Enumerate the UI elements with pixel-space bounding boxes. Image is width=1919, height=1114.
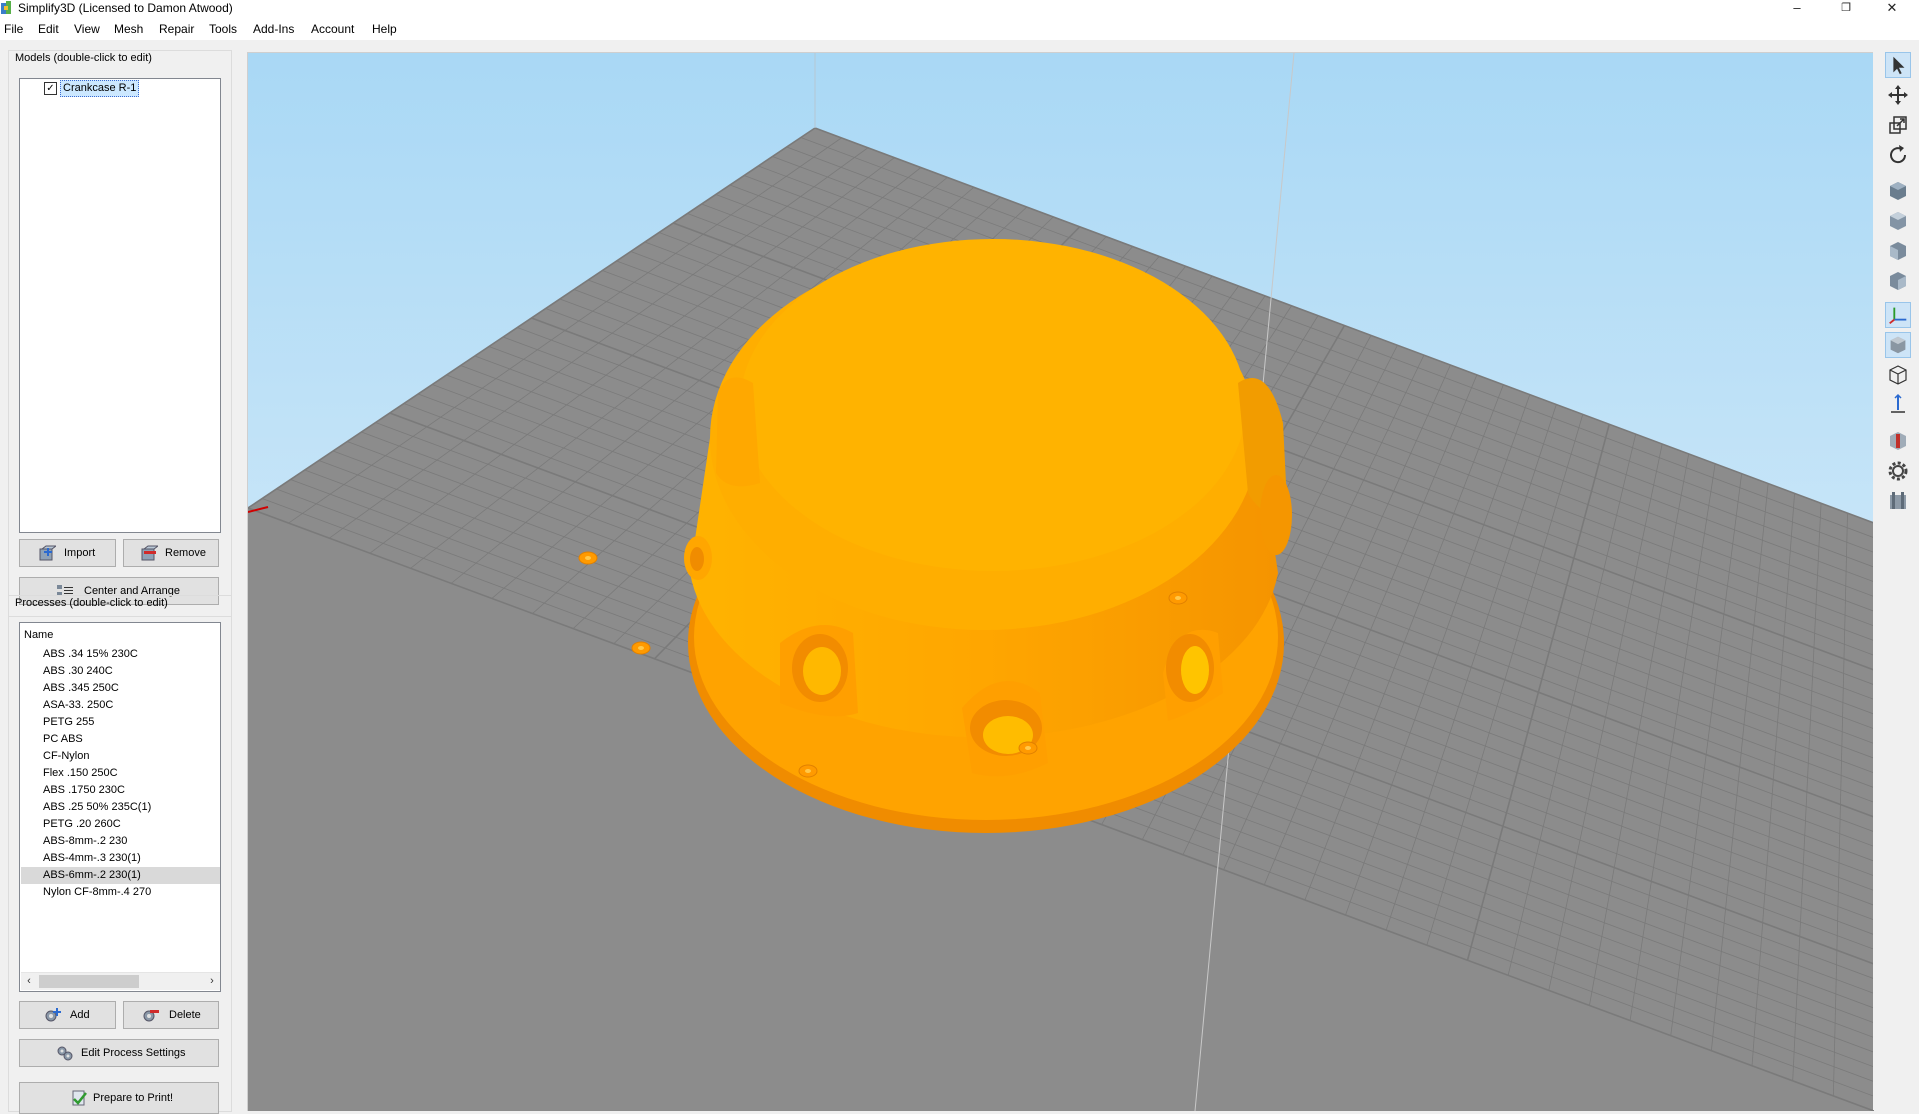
port-far-right: [1260, 475, 1292, 555]
app-logo-icon: [1, 1, 11, 14]
model-dome: [740, 239, 1246, 571]
remove-button[interactable]: Remove: [123, 539, 219, 567]
process-item[interactable]: ABS-8mm-.2 230: [21, 833, 220, 850]
window-title: Simplify3D (Licensed to Damon Atwood): [18, 1, 233, 15]
model-visible-checkbox[interactable]: ✓: [44, 82, 57, 95]
process-item[interactable]: ABS-4mm-.3 230(1): [21, 850, 220, 867]
process-item[interactable]: Nylon CF-8mm-.4 270: [21, 884, 220, 901]
process-item[interactable]: PC ABS: [21, 731, 220, 748]
machine-control-icon[interactable]: [1885, 488, 1911, 514]
right-toolbar: [1873, 40, 1919, 1110]
left-panel: Models (double-click to edit) ✓ Crankcas…: [0, 40, 245, 1114]
process-item[interactable]: ABS .34 15% 230C: [21, 646, 220, 663]
remove-label: Remove: [165, 547, 206, 559]
process-item[interactable]: ABS-6mm-.2 230(1): [21, 867, 220, 884]
prepare-print-label: Prepare to Print!: [93, 1092, 174, 1104]
scroll-thumb[interactable]: [39, 975, 139, 988]
wireframe-mode-icon[interactable]: [1885, 362, 1911, 388]
cross-section-icon[interactable]: [1885, 428, 1911, 454]
process-item[interactable]: CF-Nylon: [21, 748, 220, 765]
viewport-canvas[interactable]: [248, 53, 1874, 1111]
processes-label: Processes (double-click to edit): [15, 597, 168, 609]
menu-view[interactable]: View: [74, 22, 100, 36]
process-item[interactable]: ABS .25 50% 235C(1): [21, 799, 220, 816]
add-process-icon: [45, 1008, 61, 1022]
import-icon: [39, 545, 56, 561]
prepare-to-print-button[interactable]: Prepare to Print!: [19, 1082, 219, 1114]
settings-gear-icon[interactable]: [1885, 458, 1911, 484]
port-left: [780, 625, 858, 717]
add-label: Add: [70, 1009, 90, 1021]
menu-repair[interactable]: Repair: [159, 22, 194, 36]
view-side-icon[interactable]: [1885, 268, 1911, 294]
model-name[interactable]: Crankcase R-1: [60, 80, 140, 97]
model-item[interactable]: ✓ Crankcase R-1: [44, 80, 202, 97]
process-item[interactable]: ABS .1750 230C: [21, 782, 220, 799]
menu-file[interactable]: File: [4, 22, 23, 36]
title-bar: Simplify3D (Licensed to Damon Atwood) – …: [0, 0, 1919, 18]
models-list[interactable]: ✓ Crankcase R-1: [19, 78, 221, 533]
build-volume-icon[interactable]: [1885, 392, 1911, 418]
edit-settings-icon: [57, 1046, 73, 1061]
3d-viewport[interactable]: [247, 52, 1874, 1111]
rotate-icon[interactable]: [1885, 142, 1911, 168]
minimize-button[interactable]: –: [1774, 0, 1820, 18]
menu-tools[interactable]: Tools: [209, 22, 237, 36]
solid-mode-icon[interactable]: [1885, 332, 1911, 358]
menu-mesh[interactable]: Mesh: [114, 22, 143, 36]
delete-process-button[interactable]: Delete: [123, 1001, 219, 1029]
move-icon[interactable]: [1885, 82, 1911, 108]
mounting-boss-left: [716, 377, 760, 487]
scale-icon[interactable]: [1885, 112, 1911, 138]
axes-toggle-icon[interactable]: [1885, 302, 1911, 328]
process-item[interactable]: ASA-33. 250C: [21, 697, 220, 714]
select-icon[interactable]: [1885, 52, 1911, 78]
prepare-print-icon: [72, 1090, 87, 1106]
add-process-button[interactable]: Add: [19, 1001, 116, 1029]
menu-bar: File Edit View Mesh Repair Tools Add-Ins…: [0, 18, 1919, 40]
processes-list[interactable]: Name ABS .34 15% 230C ABS .30 240C ABS .34…: [19, 622, 221, 992]
import-button[interactable]: Import: [19, 539, 116, 567]
processes-hscrollbar[interactable]: ‹ ›: [21, 972, 220, 990]
port-far-left: [684, 536, 712, 580]
process-item[interactable]: Flex .150 250C: [21, 765, 220, 782]
edit-process-settings-button[interactable]: Edit Process Settings: [19, 1039, 219, 1067]
scroll-right-icon[interactable]: ›: [204, 973, 220, 990]
menu-add-ins[interactable]: Add-Ins: [253, 22, 294, 36]
port-center: [962, 681, 1048, 777]
name-column-header[interactable]: Name: [24, 629, 53, 641]
view-front-icon[interactable]: [1885, 238, 1911, 264]
view-top-icon[interactable]: [1885, 208, 1911, 234]
menu-edit[interactable]: Edit: [38, 22, 59, 36]
edit-settings-label: Edit Process Settings: [81, 1047, 186, 1059]
menu-help[interactable]: Help: [372, 22, 397, 36]
delete-process-icon: [143, 1010, 159, 1022]
scroll-left-icon[interactable]: ‹: [21, 973, 37, 990]
models-label: Models (double-click to edit): [15, 52, 152, 64]
import-label: Import: [64, 547, 96, 559]
restore-button[interactable]: ❐: [1823, 0, 1869, 18]
close-button[interactable]: ✕: [1869, 0, 1915, 18]
process-item[interactable]: PETG .20 260C: [21, 816, 220, 833]
menu-account[interactable]: Account: [311, 22, 354, 36]
process-item[interactable]: ABS .345 250C: [21, 680, 220, 697]
view-default-icon[interactable]: [1885, 178, 1911, 204]
process-item[interactable]: ABS .30 240C: [21, 663, 220, 680]
delete-label: Delete: [169, 1009, 201, 1021]
remove-icon: [141, 545, 158, 561]
process-item[interactable]: PETG 255: [21, 714, 220, 731]
